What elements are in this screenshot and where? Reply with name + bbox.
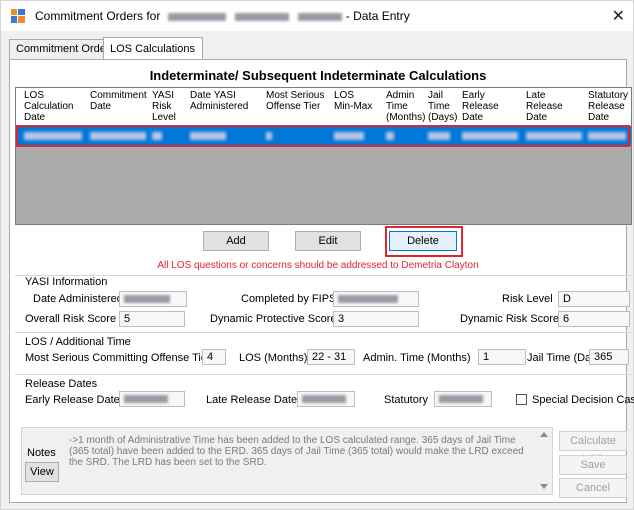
window-title-suffix: - Data Entry [345, 9, 410, 23]
close-icon[interactable]: ✕ [612, 6, 625, 26]
column-header[interactable]: LOS Calculation Date [24, 90, 73, 123]
redacted-value [302, 395, 346, 404]
early-release-label: Early Release Date [25, 394, 120, 406]
dynamic-protective-label: Dynamic Protective Score [210, 313, 337, 325]
column-header[interactable]: Jail Time (Days) [428, 90, 457, 123]
dynamic-risk-field: 6 [558, 311, 630, 327]
late-release-label: Late Release Date [206, 394, 298, 406]
overall-risk-label: Overall Risk Score [25, 313, 117, 325]
tab-commitment-order[interactable]: Commitment Order [9, 39, 110, 59]
redacted-name [235, 12, 290, 21]
admin-time-field: 1 [478, 349, 526, 365]
column-header[interactable]: Statutory Release Date [588, 90, 628, 123]
grid-header: LOS Calculation Date Commitment Date YAS… [16, 88, 631, 127]
selection-highlight [16, 125, 630, 147]
save-button[interactable]: Save [559, 455, 627, 475]
completed-by-field [333, 291, 419, 307]
calculate-los-button[interactable]: Calculate LOS [559, 431, 627, 465]
los-months-field: 22 - 31 [307, 349, 355, 365]
redacted-value [124, 395, 168, 404]
window-title: Commitment Orders for - Data Entry [35, 9, 410, 23]
statutory-field [434, 391, 492, 407]
redacted-value [124, 295, 170, 304]
jail-time-field: 365 [589, 349, 629, 365]
dynamic-risk-label: Dynamic Risk Score [460, 313, 560, 325]
los-calculations-grid[interactable]: LOS Calculation Date Commitment Date YAS… [15, 87, 632, 225]
edit-button[interactable]: Edit [295, 231, 361, 251]
admin-time-label: Admin. Time (Months) [363, 352, 471, 364]
column-header[interactable]: Early Release Date [462, 90, 499, 123]
date-administered-label: Date Administered [33, 293, 123, 305]
early-release-field [119, 391, 185, 407]
release-section-title: Release Dates [25, 378, 98, 390]
table-row-selected[interactable] [16, 125, 631, 147]
column-header[interactable]: Most Serious Offense Tier [266, 90, 324, 112]
redacted-name [167, 12, 226, 21]
contact-notice: All LOS questions or concerns should be … [157, 260, 479, 271]
add-button[interactable]: Add [203, 231, 269, 251]
yasi-section-title: YASI Information [25, 276, 108, 288]
scroll-up-icon [540, 432, 548, 437]
tab-los-calculations[interactable]: LOS Calculations [103, 37, 203, 60]
column-header[interactable]: YASI Risk Level [152, 90, 176, 123]
view-button[interactable]: View [25, 462, 59, 482]
dynamic-protective-field: 3 [333, 311, 419, 327]
column-header[interactable]: LOS Min-Max [334, 90, 372, 112]
grid-heading: Indeterminate/ Subsequent Indeterminate … [149, 68, 487, 83]
risk-level-label: Risk Level [502, 293, 553, 305]
scroll-down-icon [540, 484, 548, 489]
completed-by-label: Completed by FIPS [241, 293, 337, 305]
notes-text: ->1 month of Administrative Time has bee… [69, 435, 524, 468]
column-header[interactable]: Date YASI Administered [190, 90, 248, 112]
app-icon [11, 9, 25, 23]
column-header[interactable]: Commitment Date [90, 90, 147, 112]
notes-scrollbar[interactable] [537, 428, 551, 494]
statutory-label: Statutory [384, 394, 429, 406]
column-header[interactable]: Admin Time (Months) [386, 90, 425, 123]
redacted-value [439, 395, 483, 404]
title-bar: Commitment Orders for - Data Entry ✕ [1, 1, 633, 31]
delete-highlight [385, 226, 463, 257]
data-entry-window: Commitment Orders for - Data Entry ✕ Com… [0, 0, 634, 510]
late-release-field [297, 391, 355, 407]
date-administered-field [119, 291, 187, 307]
overall-risk-field: 5 [119, 311, 185, 327]
column-header[interactable]: Late Release Date [526, 90, 563, 123]
los-months-label: LOS (Months) [239, 352, 308, 364]
window-title-prefix: Commitment Orders for [35, 9, 161, 23]
offense-tier-field: 4 [202, 349, 226, 365]
offense-tier-label: Most Serious Committing Offense Tier [25, 352, 211, 364]
los-section-title: LOS / Additional Time [25, 336, 131, 348]
risk-level-field: D [558, 291, 630, 307]
special-decision-checkbox[interactable] [516, 394, 527, 405]
special-decision-label: Special Decision Case [532, 394, 634, 406]
cancel-button[interactable]: Cancel [559, 478, 627, 498]
notes-label: Notes [27, 447, 56, 459]
redacted-value [338, 295, 398, 304]
redacted-name [298, 12, 343, 21]
